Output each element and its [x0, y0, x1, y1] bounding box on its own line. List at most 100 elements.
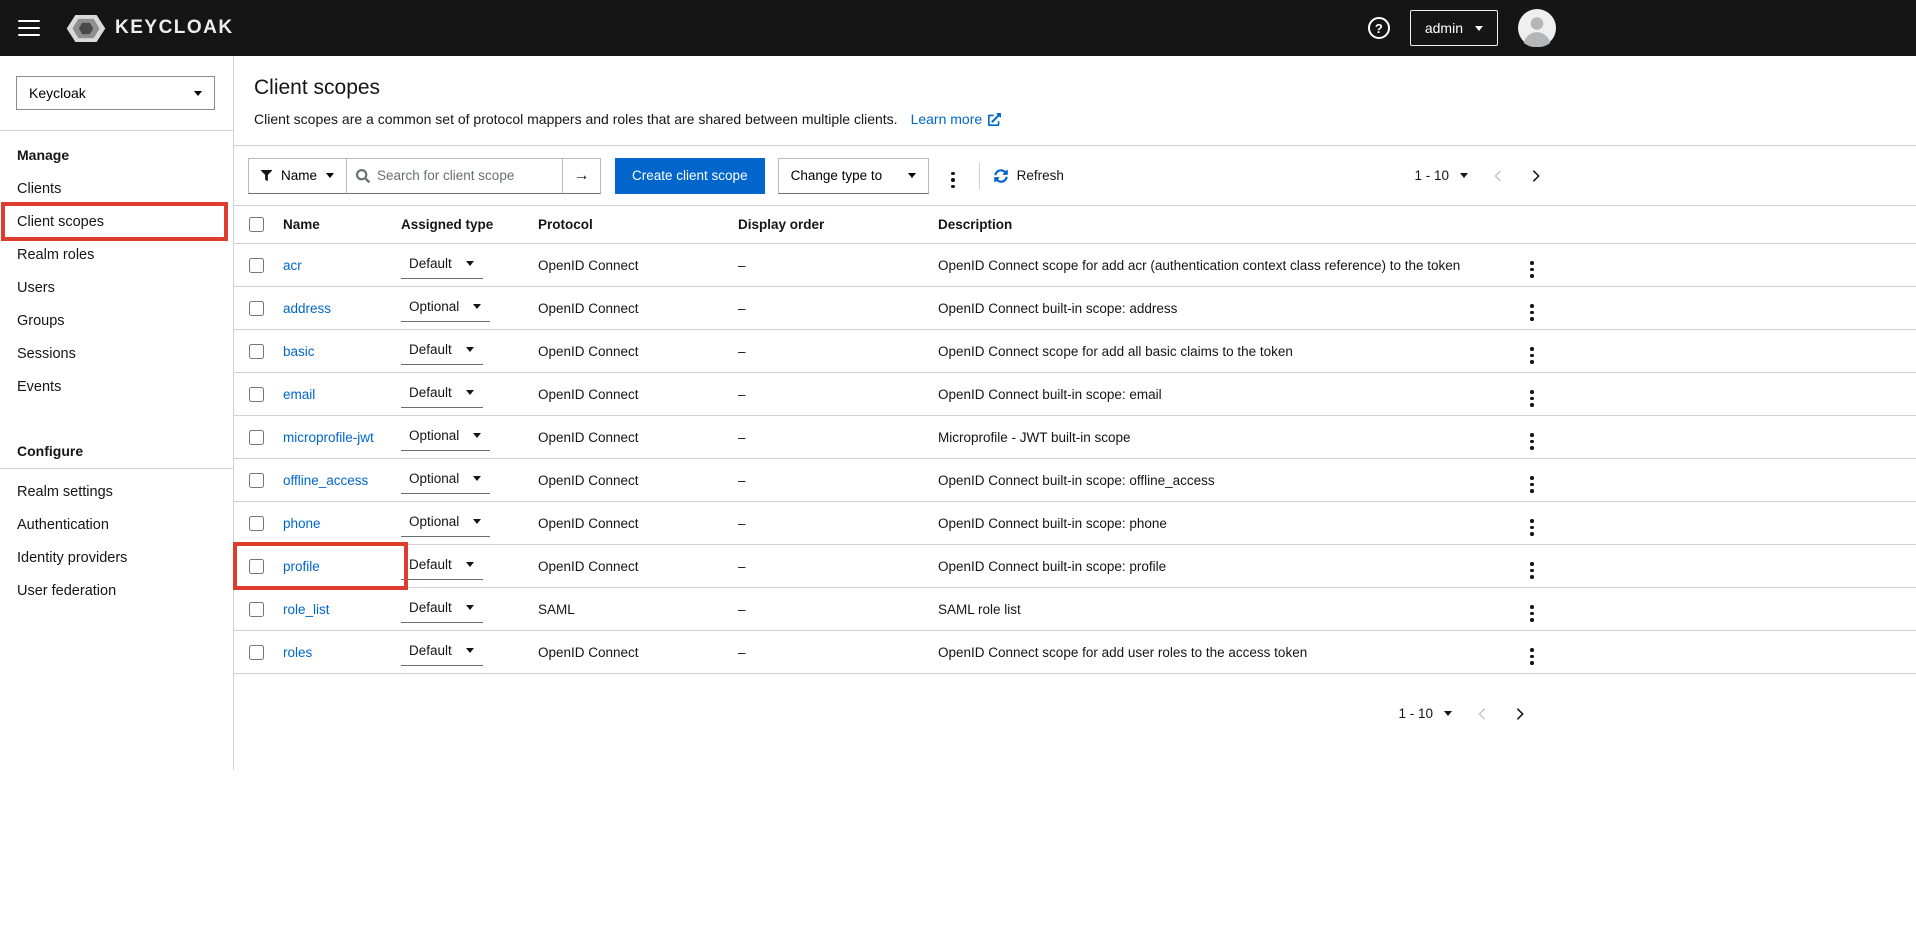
- sidebar-item-client-scopes[interactable]: Client scopes: [0, 202, 233, 241]
- protocol-cell: OpenID Connect: [538, 644, 639, 660]
- help-icon[interactable]: ?: [1367, 17, 1390, 39]
- protocol-cell: SAML: [538, 601, 575, 617]
- sidebar-item-realm-roles[interactable]: Realm roles: [0, 238, 233, 271]
- chevron-left-icon: [1478, 707, 1485, 720]
- table-row-roles: roles Default OpenID Connect – OpenID Co…: [234, 631, 1916, 674]
- realm-select-dropdown[interactable]: Keycloak: [16, 76, 215, 110]
- scope-name-link[interactable]: basic: [283, 344, 315, 359]
- chevron-down-icon: [473, 304, 482, 309]
- row-kebab-menu[interactable]: [1522, 376, 1542, 413]
- scope-name-link[interactable]: offline_access: [283, 473, 368, 488]
- create-client-scope-button[interactable]: Create client scope: [615, 157, 765, 194]
- keycloak-logo[interactable]: KEYCLOAK: [66, 14, 234, 42]
- col-header-name: Name: [283, 217, 320, 232]
- sidebar-item-realm-settings[interactable]: Realm settings: [0, 475, 233, 508]
- app: KEYCLOAK ? admin Keycloak Manage Clients…: [0, 0, 1916, 770]
- col-header-description: Description: [938, 217, 1013, 232]
- table-row-address: address Optional OpenID Connect – OpenID…: [234, 287, 1916, 330]
- filter-type-dropdown[interactable]: Name: [248, 157, 348, 194]
- display-order-cell: –: [738, 257, 746, 273]
- sidebar-item-sessions[interactable]: Sessions: [0, 337, 233, 370]
- scope-name-link[interactable]: email: [283, 387, 315, 402]
- assigned-type-dropdown[interactable]: Default: [401, 337, 483, 365]
- sidebar-item-identity-providers[interactable]: Identity providers: [0, 541, 233, 574]
- row-checkbox[interactable]: [249, 558, 264, 574]
- hamburger-menu-button[interactable]: [18, 19, 40, 37]
- scope-name-link[interactable]: acr: [283, 258, 302, 273]
- learn-more-link[interactable]: Learn more: [911, 111, 1002, 127]
- kebab-icon: [1530, 519, 1534, 536]
- row-kebab-menu[interactable]: [1522, 634, 1542, 671]
- row-kebab-menu[interactable]: [1522, 333, 1542, 370]
- row-kebab-menu[interactable]: [1522, 591, 1542, 628]
- protocol-cell: OpenID Connect: [538, 472, 639, 488]
- chevron-down-icon: [465, 605, 474, 610]
- toolbar-kebab-menu[interactable]: [941, 157, 965, 194]
- assigned-type-dropdown[interactable]: Optional: [401, 509, 491, 537]
- row-kebab-menu[interactable]: [1522, 505, 1542, 542]
- sidebar: Keycloak Manage Clients Client scopes Re…: [0, 56, 234, 770]
- select-all-checkbox[interactable]: [249, 217, 264, 232]
- pagination-dropdown[interactable]: 1 - 10: [1406, 162, 1476, 189]
- row-checkbox[interactable]: [249, 429, 264, 445]
- row-checkbox[interactable]: [249, 257, 264, 273]
- assigned-type-dropdown[interactable]: Optional: [401, 423, 491, 451]
- assigned-type-dropdown[interactable]: Default: [401, 251, 483, 279]
- search-input[interactable]: [347, 157, 564, 194]
- sidebar-item-users[interactable]: Users: [0, 271, 233, 304]
- scope-name-link[interactable]: profile: [283, 559, 320, 574]
- chevron-down-icon: [326, 173, 335, 178]
- row-kebab-menu[interactable]: [1522, 290, 1542, 327]
- display-order-cell: –: [738, 515, 746, 531]
- description-cell: OpenID Connect built-in scope: offline_a…: [938, 472, 1215, 488]
- scope-name-link[interactable]: phone: [283, 516, 321, 531]
- chevron-down-icon: [1460, 173, 1468, 178]
- row-kebab-menu[interactable]: [1522, 462, 1542, 499]
- row-checkbox[interactable]: [249, 472, 264, 488]
- assigned-type-dropdown[interactable]: Default: [401, 595, 483, 623]
- sidebar-item-clients[interactable]: Clients: [0, 172, 233, 205]
- assigned-type-dropdown[interactable]: Default: [401, 552, 483, 580]
- search-submit-button[interactable]: →: [563, 157, 602, 194]
- row-checkbox[interactable]: [249, 343, 264, 359]
- avatar[interactable]: [1518, 9, 1556, 47]
- scope-name-link[interactable]: address: [283, 301, 331, 316]
- chevron-down-icon: [465, 347, 474, 352]
- chevron-down-icon: [1444, 711, 1452, 716]
- user-menu-dropdown[interactable]: admin: [1409, 10, 1498, 46]
- chevron-down-icon: [1475, 25, 1483, 31]
- kebab-icon: [1530, 562, 1534, 579]
- row-checkbox[interactable]: [249, 601, 264, 617]
- assigned-type-dropdown[interactable]: Optional: [401, 294, 491, 322]
- pagination-next-button[interactable]: [1520, 164, 1552, 188]
- chevron-right-icon: [1533, 169, 1540, 182]
- scope-name-link[interactable]: role_list: [283, 602, 330, 617]
- assigned-type-dropdown[interactable]: Default: [401, 380, 483, 408]
- description-cell: Microprofile - JWT built-in scope: [938, 429, 1131, 445]
- sidebar-item-authentication[interactable]: Authentication: [0, 508, 233, 541]
- row-kebab-menu[interactable]: [1522, 247, 1542, 284]
- row-checkbox[interactable]: [249, 644, 264, 660]
- scope-name-link[interactable]: microprofile-jwt: [283, 430, 374, 445]
- refresh-button[interactable]: Refresh: [993, 168, 1064, 183]
- assigned-type-dropdown[interactable]: Default: [401, 638, 483, 666]
- row-checkbox[interactable]: [249, 515, 264, 531]
- row-kebab-menu[interactable]: [1522, 419, 1542, 456]
- row-checkbox[interactable]: [249, 386, 264, 402]
- sidebar-item-user-federation[interactable]: User federation: [0, 574, 233, 607]
- table-body: acr Default OpenID Connect – OpenID Conn…: [233, 244, 1916, 674]
- sidebar-item-events[interactable]: Events: [0, 370, 233, 403]
- assigned-type-dropdown[interactable]: Optional: [401, 466, 491, 494]
- display-order-cell: –: [738, 300, 746, 316]
- pagination-prev-button[interactable]: [1466, 702, 1498, 726]
- change-type-dropdown[interactable]: Change type to: [777, 157, 930, 194]
- row-kebab-menu[interactable]: [1522, 548, 1542, 585]
- pagination-prev-button[interactable]: [1482, 164, 1514, 188]
- col-header-display-order: Display order: [738, 217, 825, 232]
- row-checkbox[interactable]: [249, 300, 264, 316]
- scope-name-link[interactable]: roles: [283, 645, 312, 660]
- pagination-next-button[interactable]: [1504, 702, 1536, 726]
- pagination-dropdown[interactable]: 1 - 10: [1390, 700, 1460, 727]
- sidebar-item-groups[interactable]: Groups: [0, 304, 233, 337]
- kebab-icon: [1530, 390, 1534, 407]
